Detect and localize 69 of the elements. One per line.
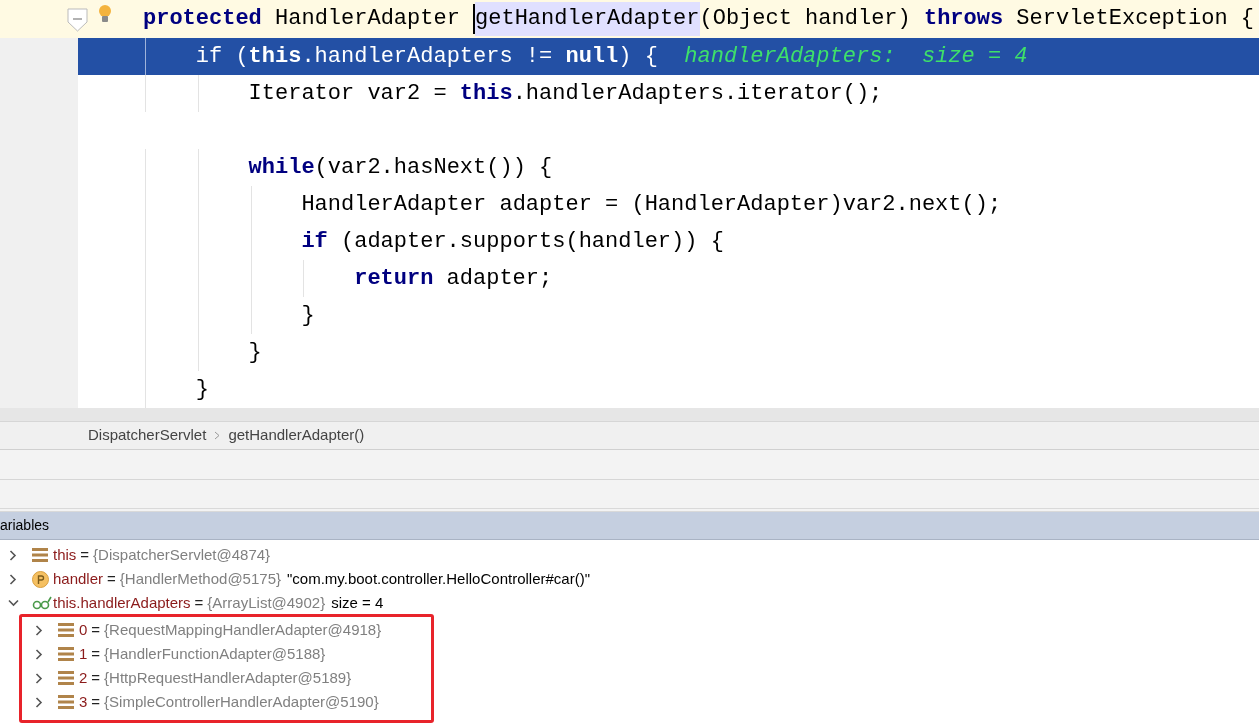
chevron-right-icon[interactable] [35, 672, 43, 684]
code-text: if ( [195, 43, 249, 71]
breadcrumb-item[interactable]: DispatcherServlet [88, 424, 207, 447]
code-text: (adapter.supports(handler)) { [340, 228, 724, 256]
equals-sign: = [80, 544, 90, 565]
inline-value-hint: handlerAdapters: size = 4 [684, 43, 1028, 71]
horizontal-scrollbar[interactable] [0, 408, 1259, 422]
panel-title: ariables [0, 516, 50, 535]
chevron-down-icon[interactable] [7, 599, 19, 607]
code-text: } [195, 376, 209, 404]
code-text: (Object handler) [699, 5, 912, 33]
chevron-right-icon[interactable] [35, 648, 43, 660]
text-caret [473, 4, 476, 34]
field-icon [32, 548, 48, 562]
variable-name: 2 [79, 667, 88, 688]
code-text: } [248, 339, 262, 367]
variable-detail: size = 4 [331, 592, 384, 613]
code-text: (var2.hasNext()) { [314, 154, 553, 182]
equals-sign: = [91, 619, 101, 640]
code-text: ) { [618, 43, 659, 71]
code-text: null [565, 43, 619, 71]
variable-name: this [53, 544, 77, 565]
code-text: adapter; [445, 265, 553, 293]
variable-name: 0 [79, 619, 88, 640]
equals-sign: = [91, 643, 101, 664]
code-text: HandlerAdapter adapter = (HandlerAdapter)var2.next(); [301, 191, 1002, 219]
variable-name: 3 [79, 691, 88, 712]
code-text: getHandlerAdapter [475, 2, 700, 36]
code-text: Iterator var2 = [248, 80, 448, 108]
code-text: } [301, 302, 315, 330]
variable-value: {SimpleControllerHandlerAdapter@5190} [104, 691, 379, 712]
chevron-right-icon [214, 431, 221, 440]
chevron-right-icon[interactable] [35, 696, 43, 708]
variable-value: {ArrayList@4902} [207, 592, 326, 613]
code-text: throws [923, 5, 1004, 33]
lightbulb-icon[interactable] [98, 4, 112, 24]
field-icon [58, 623, 74, 637]
variable-value: {RequestMappingHandlerAdapter@4918} [104, 619, 382, 640]
code-text: .handlerAdapters != [301, 43, 554, 71]
code-text: ServletException { [1015, 5, 1254, 33]
code-text: HandlerAdapter [274, 5, 461, 33]
field-icon [58, 647, 74, 661]
field-icon [58, 671, 74, 685]
code-text: if [301, 228, 328, 256]
code-text: this [459, 80, 513, 108]
code-text: while [248, 154, 315, 182]
code-text: this [248, 43, 302, 71]
variable-name: handler [53, 568, 104, 589]
chevron-right-icon[interactable] [9, 549, 17, 561]
variable-value: {DispatcherServlet@4874} [93, 544, 271, 565]
code-text: protected [143, 5, 262, 33]
parameter-icon [32, 570, 49, 588]
code-text: .handlerAdapters.iterator(); [512, 80, 883, 108]
variable-value: {HandlerMethod@5175} [119, 568, 281, 589]
variable-detail: "com.my.boot.controller.HelloController#car()" [287, 568, 590, 589]
chevron-right-icon[interactable] [35, 624, 43, 636]
variable-value: {HandlerFunctionAdapter@5188} [104, 643, 326, 664]
equals-sign: = [91, 667, 101, 688]
variable-value: {HttpRequestHandlerAdapter@5189} [104, 667, 352, 688]
variable-name: this.handlerAdapters [53, 592, 191, 613]
chevron-right-icon[interactable] [9, 573, 17, 585]
glasses-icon [32, 596, 52, 610]
code-text: return [354, 265, 434, 293]
equals-sign: = [91, 691, 101, 712]
breadcrumb-item[interactable]: getHandlerAdapter() [228, 424, 365, 447]
equals-sign: = [107, 568, 116, 589]
variable-name: 1 [79, 643, 88, 664]
field-icon [58, 695, 74, 709]
equals-sign: = [194, 592, 204, 613]
